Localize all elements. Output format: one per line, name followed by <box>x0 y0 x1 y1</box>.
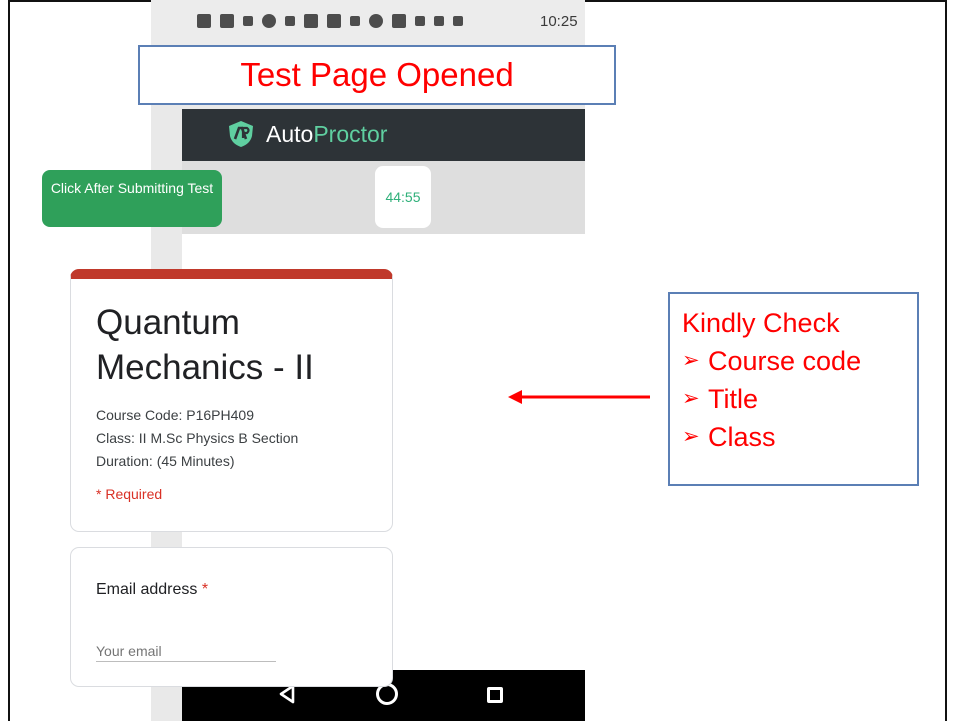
callout-item: ➢ Title <box>682 380 905 418</box>
person-icon <box>243 16 253 26</box>
signal-2-icon <box>434 16 444 26</box>
email-label: Email address * <box>96 581 208 599</box>
email-question-card <box>70 547 393 687</box>
frame-border-left <box>8 0 10 721</box>
callout-item-label: Course code <box>708 346 862 376</box>
back-icon[interactable] <box>278 684 296 704</box>
app-brand-name: AutoProctor <box>266 121 387 148</box>
email-input[interactable] <box>96 640 276 662</box>
arrowhead-bullet-icon: ➢ <box>682 349 700 372</box>
tag-icon <box>285 16 295 26</box>
annotation-banner: Test Page Opened <box>138 45 616 105</box>
required-note: * Required <box>96 486 163 502</box>
course-code-text: Course Code: P16PH409 <box>96 407 254 423</box>
brand-part-auto: Auto <box>266 121 314 147</box>
screenshot-icon <box>304 14 318 28</box>
submit-test-button[interactable]: Click After Submitting Test <box>42 170 222 227</box>
class-text: Class: II M.Sc Physics B Section <box>96 430 299 446</box>
message-icon <box>197 14 211 28</box>
recent-apps-icon[interactable] <box>487 687 503 703</box>
required-star: * <box>201 581 209 598</box>
left-arrow-icon <box>508 390 650 404</box>
form-title: Quantum Mechanics - II <box>96 303 314 387</box>
battery-icon <box>453 16 463 26</box>
status-time: 10:25 <box>540 13 578 30</box>
callout-item: ➢ Course code <box>682 342 905 380</box>
annotation-callout: Kindly Check ➢ Course code ➢ Title ➢ Class <box>668 292 919 486</box>
callout-item: ➢ Class <box>682 418 905 456</box>
autoproctor-logo-icon <box>229 121 253 147</box>
frame-border-right <box>945 0 947 721</box>
arrowhead-bullet-icon: ➢ <box>682 387 700 410</box>
callout-item-label: Class <box>708 422 776 452</box>
alarm-icon <box>369 14 383 28</box>
wifi-icon <box>392 14 406 28</box>
status-icons <box>197 14 463 28</box>
duration-text: Duration: (45 Minutes) <box>96 453 235 469</box>
app-header: AutoProctor <box>182 109 585 161</box>
record-icon <box>262 14 276 28</box>
brand-part-proctor: Proctor <box>313 121 388 147</box>
arrowhead-bullet-icon: ➢ <box>682 425 700 448</box>
gallery-icon <box>220 14 234 28</box>
signal-icon <box>415 16 425 26</box>
calendar-icon <box>327 14 341 28</box>
callout-heading: Kindly Check <box>682 308 840 338</box>
email-label-text: Email address <box>96 581 198 598</box>
fan-icon <box>350 16 360 26</box>
countdown-timer: 44:55 <box>375 166 431 228</box>
callout-item-label: Title <box>708 384 759 414</box>
slide: 10:25 AutoProctor Click After Submitting… <box>0 0 957 721</box>
